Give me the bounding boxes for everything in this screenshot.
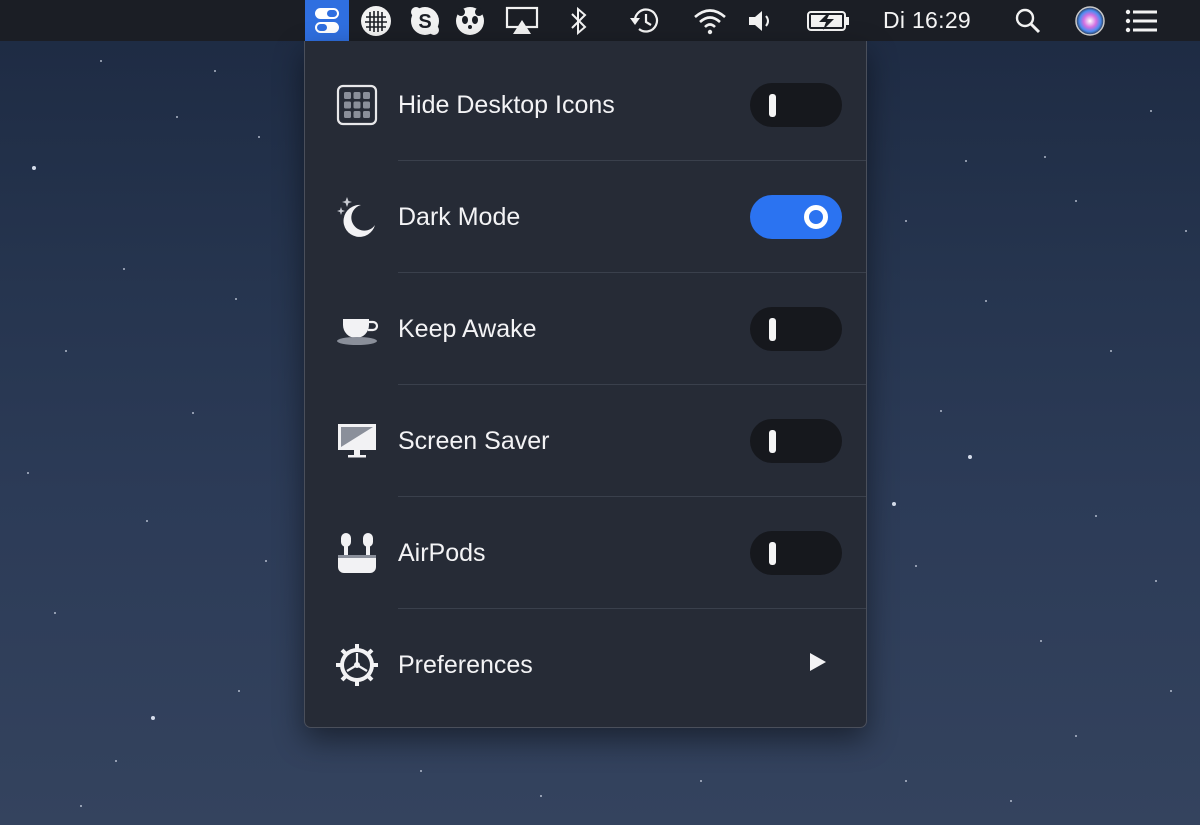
keyboard-grid-icon[interactable] bbox=[357, 0, 395, 41]
menu-row-label: Hide Desktop Icons bbox=[398, 91, 615, 119]
bluetooth-icon[interactable] bbox=[563, 0, 595, 41]
desktop-grid-icon bbox=[335, 84, 379, 126]
menu-row-label: Preferences bbox=[398, 651, 533, 679]
one-switch-menu-panel: Hide Desktop Icons Dark Mode Keep Awake … bbox=[304, 41, 867, 728]
menu-row-hide-desktop-icons[interactable]: Hide Desktop Icons bbox=[305, 49, 866, 161]
menu-row-screen-saver[interactable]: Screen Saver bbox=[305, 385, 866, 497]
toggle-off-indicator bbox=[769, 430, 776, 453]
dark-mode-toggle[interactable] bbox=[750, 195, 842, 239]
notification-center-icon[interactable] bbox=[1122, 0, 1162, 41]
menu-row-preferences[interactable]: Preferences bbox=[305, 609, 866, 721]
wifi-icon[interactable] bbox=[688, 0, 732, 41]
toggle-off-indicator bbox=[769, 94, 776, 117]
panda-icon[interactable] bbox=[450, 0, 490, 41]
screen-saver-toggle[interactable] bbox=[750, 419, 842, 463]
toggle-on-indicator bbox=[804, 205, 828, 229]
one-switch-icon[interactable] bbox=[305, 0, 349, 41]
submenu-arrow-icon bbox=[810, 653, 826, 671]
spotlight-icon[interactable] bbox=[1010, 0, 1046, 41]
menu-row-dark-mode[interactable]: Dark Mode bbox=[305, 161, 866, 273]
menu-row-keep-awake[interactable]: Keep Awake bbox=[305, 273, 866, 385]
menu-row-label: Dark Mode bbox=[398, 203, 521, 231]
volume-icon[interactable] bbox=[743, 0, 779, 41]
menu-row-label: AirPods bbox=[398, 539, 486, 567]
coffee-cup-icon bbox=[335, 309, 379, 349]
menu-bar-clock[interactable]: Di 16:29 bbox=[872, 0, 982, 41]
airpods-toggle[interactable] bbox=[750, 531, 842, 575]
menu-bar: S Di 16:29 bbox=[0, 0, 1200, 41]
hide-desktop-icons-toggle[interactable] bbox=[750, 83, 842, 127]
gear-icon bbox=[335, 644, 379, 686]
airplay-icon[interactable] bbox=[502, 0, 542, 41]
toggle-off-indicator bbox=[769, 318, 776, 341]
siri-icon[interactable] bbox=[1070, 0, 1110, 41]
menu-row-label: Screen Saver bbox=[398, 427, 550, 455]
airpods-icon bbox=[335, 533, 379, 573]
svg-text:S: S bbox=[418, 11, 431, 33]
moon-stars-icon bbox=[335, 197, 379, 237]
monitor-icon bbox=[335, 421, 379, 461]
time-machine-icon[interactable] bbox=[624, 0, 666, 41]
keep-awake-toggle[interactable] bbox=[750, 307, 842, 351]
skype-icon[interactable]: S bbox=[405, 0, 445, 41]
battery-icon[interactable] bbox=[803, 0, 855, 41]
toggle-off-indicator bbox=[769, 542, 776, 565]
menu-row-airpods[interactable]: AirPods bbox=[305, 497, 866, 609]
menu-row-label: Keep Awake bbox=[398, 315, 537, 343]
